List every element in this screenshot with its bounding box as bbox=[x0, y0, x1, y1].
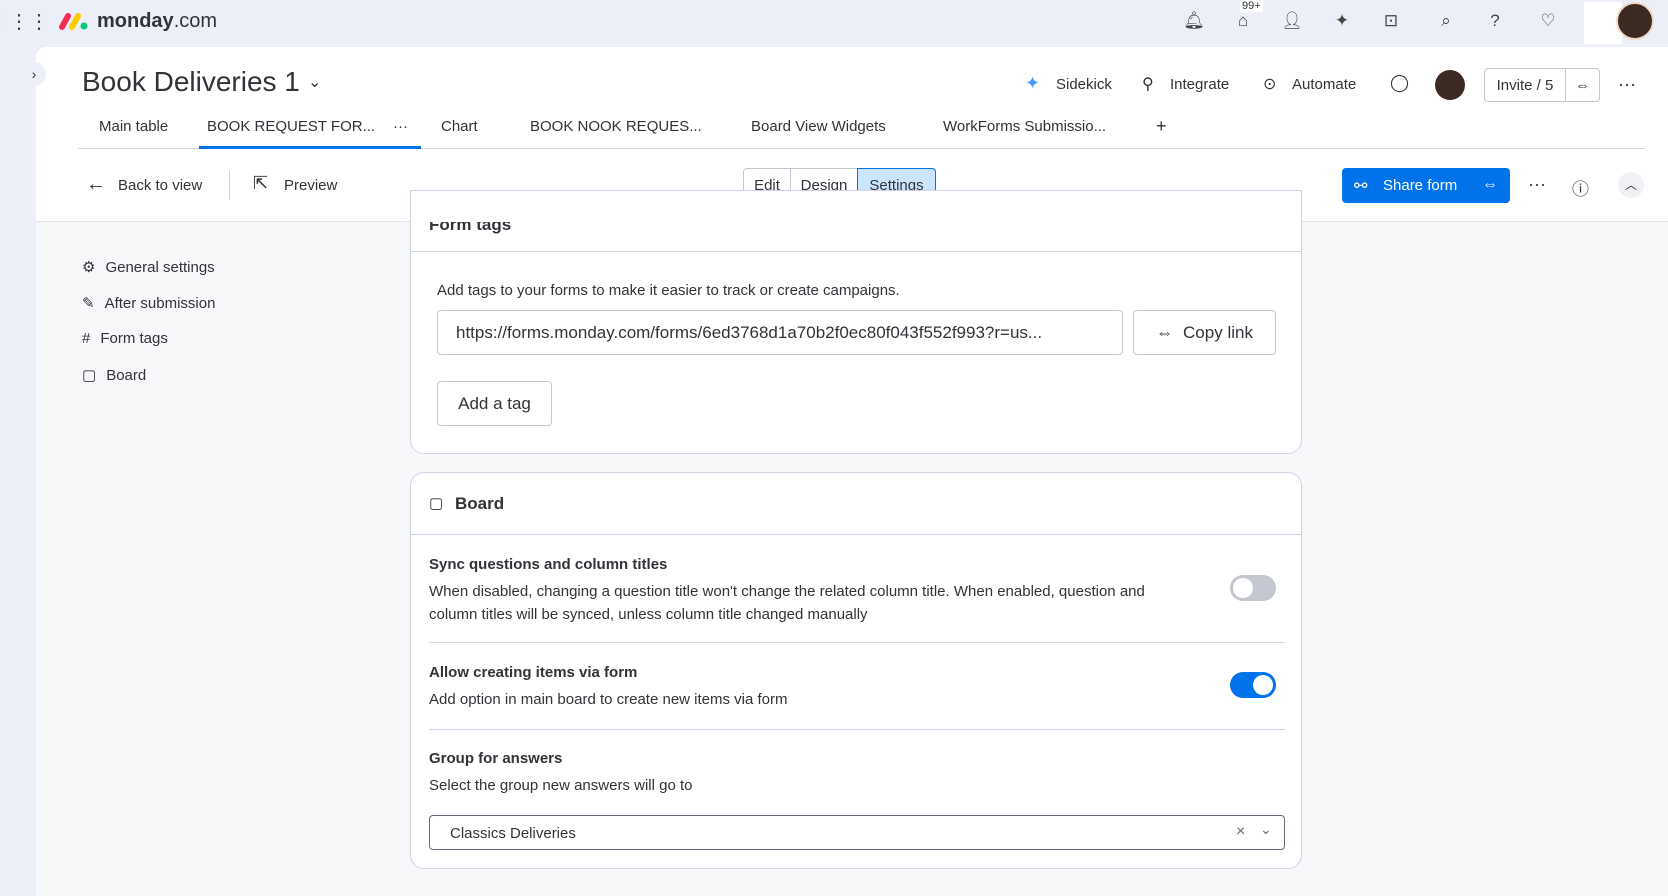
more-options-icon[interactable]: ··· bbox=[1618, 74, 1636, 95]
automate-icon: ⊙ bbox=[1263, 76, 1277, 93]
copy-link-label: Copy link bbox=[1183, 322, 1253, 342]
info-icon[interactable]: ⓘ bbox=[1572, 175, 1589, 200]
nav-label: General settings bbox=[105, 258, 215, 276]
monday-logo-icon bbox=[58, 11, 88, 31]
card-divider bbox=[411, 251, 1301, 252]
nav-label: After submission bbox=[104, 294, 216, 312]
apps-puzzle-icon[interactable]: ✦ bbox=[1331, 10, 1353, 32]
chevron-down-icon[interactable]: ⌄ bbox=[1260, 821, 1272, 838]
tab-main-table[interactable]: Main table bbox=[99, 118, 168, 135]
nav-label: Board bbox=[106, 366, 147, 384]
arrow-left-icon: ← bbox=[86, 173, 106, 195]
apps-grid-icon[interactable]: ⋮⋮⋮ bbox=[0, 10, 49, 33]
sidebar-item-after-submission[interactable]: ✎ After submission bbox=[82, 294, 216, 313]
back-to-view-button[interactable]: Back to view bbox=[118, 177, 202, 194]
copy-board-link-icon[interactable]: ⇔ bbox=[1565, 68, 1600, 102]
tab-more-icon[interactable]: ··· bbox=[393, 118, 408, 135]
nav-label: Form tags bbox=[100, 330, 168, 347]
external-link-icon: ⇱ bbox=[253, 173, 269, 193]
copy-link-button[interactable]: ⇔ Copy link bbox=[1133, 310, 1276, 355]
sync-description-2: column titles will be synced, unless col… bbox=[429, 606, 868, 623]
sidekick-button[interactable]: Sidekick bbox=[1056, 76, 1112, 93]
form-tags-title: Form tags bbox=[429, 215, 512, 234]
card-divider bbox=[411, 534, 1301, 535]
board-card: ▢ Board Sync questions and column titles… bbox=[410, 472, 1302, 869]
share-form-button[interactable]: ⚯ Share form ⇔ bbox=[1342, 168, 1510, 203]
expand-sidebar-icon[interactable]: › bbox=[22, 62, 46, 86]
allow-items-description: Add option in main board to create new i… bbox=[429, 691, 788, 708]
form-tags-description: Add tags to your forms to make it easier… bbox=[437, 282, 900, 299]
board-title[interactable]: Book Deliveries 1 bbox=[82, 66, 300, 98]
inbox-icon[interactable]: ⌂ bbox=[1232, 10, 1254, 32]
preview-button[interactable]: Preview bbox=[284, 177, 337, 194]
row-divider bbox=[429, 729, 1285, 730]
heart-icon[interactable]: ♡ bbox=[1537, 10, 1559, 32]
group-description: Select the group new answers will go to bbox=[429, 777, 693, 794]
board-section-title: Board bbox=[455, 494, 505, 513]
brand-bold: monday bbox=[97, 10, 174, 32]
edit-icon: ✎ bbox=[82, 295, 95, 312]
integrate-icon: ⚲ bbox=[1142, 76, 1154, 93]
comment-icon[interactable]: ◯ bbox=[1390, 73, 1409, 93]
add-view-button[interactable]: + bbox=[1156, 116, 1167, 137]
share-form-label: Share form bbox=[1383, 177, 1458, 194]
link-icon[interactable]: ⇔ bbox=[1482, 176, 1498, 194]
sync-title: Sync questions and column titles bbox=[429, 556, 668, 573]
ai-bot-icon[interactable]: ⊡ bbox=[1380, 10, 1402, 32]
toggle-knob bbox=[1233, 578, 1253, 598]
tab-book-nook-request[interactable]: BOOK NOOK REQUES... bbox=[530, 118, 702, 135]
user-avatar[interactable] bbox=[1616, 2, 1654, 40]
sidebar-item-form-tags[interactable]: # Form tags bbox=[82, 330, 168, 347]
clear-icon[interactable]: × bbox=[1236, 823, 1245, 841]
owner-avatar[interactable] bbox=[1435, 70, 1465, 100]
add-tag-button[interactable]: Add a tag bbox=[437, 381, 552, 426]
sync-toggle[interactable] bbox=[1230, 575, 1276, 601]
gear-icon: ⚙ bbox=[82, 259, 96, 276]
notification-badge: 99+ bbox=[1240, 0, 1263, 12]
sync-description: When disabled, changing a question title… bbox=[429, 583, 1145, 600]
board-icon: ▢ bbox=[82, 367, 97, 384]
chevron-down-icon[interactable]: ⌄ bbox=[308, 72, 321, 92]
search-icon[interactable]: ⌕ bbox=[1435, 10, 1457, 32]
row-divider bbox=[429, 642, 1285, 643]
group-title: Group for answers bbox=[429, 750, 563, 767]
bell-icon[interactable]: 🔔︎ bbox=[1183, 10, 1205, 32]
sidekick-sparkle-icon: ✦ bbox=[1025, 73, 1041, 93]
collapse-header-icon[interactable]: ︿ bbox=[1618, 172, 1644, 198]
brand-suffix: .com bbox=[173, 10, 218, 32]
automate-button[interactable]: Automate bbox=[1292, 76, 1356, 93]
invite-button[interactable]: Invite / 5 bbox=[1484, 68, 1566, 102]
hash-icon: # bbox=[82, 330, 91, 347]
sidebar-item-board[interactable]: ▢ Board bbox=[82, 366, 147, 385]
tab-board-view-widgets[interactable]: Board View Widgets bbox=[751, 118, 886, 135]
group-select-value: Classics Deliveries bbox=[450, 825, 576, 842]
form-tags-card: Form tags Add tags to your forms to make… bbox=[410, 190, 1302, 454]
integrate-button[interactable]: Integrate bbox=[1170, 76, 1229, 93]
sidebar-item-general-settings[interactable]: ⚙ General settings bbox=[82, 258, 215, 277]
allow-items-toggle[interactable] bbox=[1230, 672, 1276, 698]
tab-chart[interactable]: Chart bbox=[441, 118, 478, 135]
allow-items-title: Allow creating items via form bbox=[429, 664, 638, 681]
link-icon: ⇔ bbox=[1156, 322, 1174, 342]
help-icon[interactable]: ? bbox=[1484, 10, 1506, 32]
brand-name: monday.com bbox=[97, 10, 217, 33]
board-icon: ▢ bbox=[429, 495, 444, 512]
tab-book-request-form[interactable]: BOOK REQUEST FOR... bbox=[207, 118, 375, 135]
active-tab-indicator bbox=[199, 146, 421, 149]
share-icon: ⚯ bbox=[1354, 178, 1368, 195]
tab-workforms-submission[interactable]: WorkForms Submissio... bbox=[943, 118, 1106, 135]
form-url-field[interactable]: https://forms.monday.com/forms/6ed3768d1… bbox=[437, 310, 1123, 355]
toggle-knob bbox=[1253, 675, 1273, 695]
group-select[interactable]: Classics Deliveries × ⌄ bbox=[429, 815, 1285, 850]
top-bar: ⋮⋮⋮ monday.com 🔔︎ ⌂ 99+ 👤︎ ✦ ⊡ ⌕ ? ♡ bbox=[0, 0, 1668, 47]
toolbar-divider bbox=[229, 170, 230, 200]
invite-user-icon[interactable]: 👤︎ bbox=[1281, 10, 1303, 32]
more-options-icon[interactable]: ··· bbox=[1528, 174, 1546, 195]
